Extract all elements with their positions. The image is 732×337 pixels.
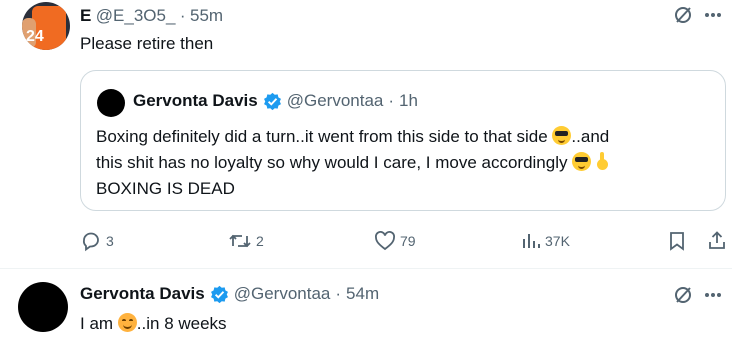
ok-hand-emoji-icon <box>596 152 610 171</box>
quote-line-2: this shit has no loyalty so why would I … <box>96 150 610 176</box>
repost-count: 2 <box>256 233 264 249</box>
reply-count: 3 <box>106 233 114 249</box>
quote-sep: · <box>388 91 395 110</box>
quote-handle[interactable]: @Gervontaa <box>287 91 384 111</box>
avatar-e[interactable]: 24 <box>22 2 70 50</box>
views-count: 37K <box>545 233 570 249</box>
quote-avatar[interactable] <box>97 89 125 117</box>
repost-button[interactable]: 2 <box>228 229 264 253</box>
quote-header: Gervonta Davis @Gervontaa · 1h <box>133 91 418 111</box>
sunglasses-emoji-icon <box>552 126 572 145</box>
like-count: 79 <box>400 233 416 249</box>
tweet2-time[interactable]: 54m <box>346 284 379 304</box>
share-icon[interactable] <box>706 228 728 252</box>
avatar-number: 24 <box>26 28 44 45</box>
quote-author-name[interactable]: Gervonta Davis <box>133 91 258 111</box>
views-button[interactable]: 37K <box>521 229 570 253</box>
grok-icon[interactable] <box>672 4 694 26</box>
tweet1-sep: · <box>179 6 186 25</box>
more-icon[interactable] <box>702 4 724 26</box>
tweet2-header: Gervonta Davis @Gervontaa · 54m <box>80 284 379 304</box>
quote-text: Boxing definitely did a turn..it went fr… <box>96 124 610 202</box>
reply-button[interactable]: 3 <box>80 229 114 253</box>
more-icon[interactable] <box>702 284 724 306</box>
like-button[interactable]: 79 <box>374 229 416 253</box>
smiling-emoji-icon <box>117 313 137 332</box>
like-icon <box>374 230 396 252</box>
quote-line-1: Boxing definitely did a turn..it went fr… <box>96 126 610 146</box>
verified-badge-icon <box>210 285 229 304</box>
avatar-gervonta[interactable] <box>18 282 68 332</box>
tweet1-text: Please retire then <box>80 34 214 53</box>
tweet2-author-name[interactable]: Gervonta Davis <box>80 284 205 304</box>
tweet1-time[interactable]: 55m <box>190 6 223 25</box>
tweet-divider <box>0 268 732 269</box>
verified-badge-icon <box>263 92 282 111</box>
tweet2-handle[interactable]: @Gervontaa <box>234 284 331 304</box>
reply-icon <box>80 230 102 252</box>
tweet2-sep: · <box>335 284 342 303</box>
quoted-tweet-card[interactable]: Gervonta Davis @Gervontaa · 1h Boxing de… <box>80 70 726 211</box>
views-icon <box>521 231 541 251</box>
grok-icon[interactable] <box>672 284 694 306</box>
quote-line-3: BOXING IS DEAD <box>96 179 235 198</box>
sunglasses-emoji-icon <box>572 152 592 171</box>
tweet1-handle[interactable]: @E_3O5_ <box>96 6 176 25</box>
quote-time[interactable]: 1h <box>399 91 418 111</box>
bookmark-icon[interactable] <box>666 229 688 253</box>
repost-icon <box>228 230 252 252</box>
tweet1-author-name[interactable]: E <box>80 6 91 25</box>
tweet2-text: I am ..in 8 weeks <box>80 313 227 333</box>
tweet1-header: E @E_3O5_ · 55m <box>80 6 223 26</box>
